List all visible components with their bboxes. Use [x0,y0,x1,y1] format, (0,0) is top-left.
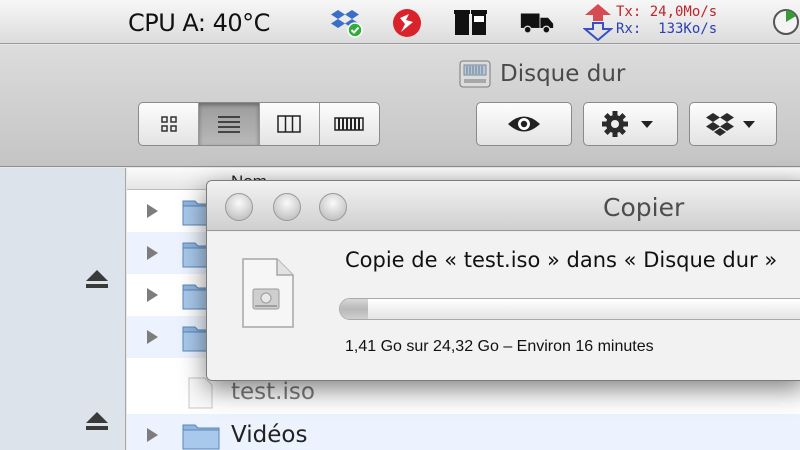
dialog-titlebar[interactable]: Copier [207,181,800,231]
window-title-text: Disque dur [500,61,626,87]
close-button[interactable] [225,193,253,221]
network-rx-rate: Rx: 133Ko/s [616,21,718,37]
minimize-button[interactable] [273,193,301,221]
coverflow-view-button[interactable] [320,103,379,145]
network-arrows-icon [583,4,613,41]
disclosure-triangle-icon[interactable] [145,245,159,261]
list-item[interactable]: Vidéos [127,414,800,450]
list-view-button[interactable] [199,103,260,145]
disclosure-triangle-icon[interactable] [145,203,159,219]
disk-image-file-icon [242,258,294,328]
finder-toolbar: Disque dur [0,45,800,167]
file-name: Vidéos [231,422,308,448]
trash-icons[interactable] [454,6,488,38]
copy-progress-bar [339,298,800,320]
action-menu-button[interactable] [583,102,678,146]
dropbox-sync-icon[interactable] [330,6,364,38]
list-view-icon [217,116,240,133]
column-view-icon [277,115,301,133]
progress-status: 1,41 Go sur 24,32 Go – Environ 16 minute… [345,338,654,355]
eject-icon[interactable] [84,410,110,432]
coverflow-view-icon [334,117,365,131]
column-view-button[interactable] [260,103,320,145]
copy-message: Copie de « test.iso » dans « Disque dur … [345,248,778,272]
truck-icon[interactable] [520,6,554,38]
hard-drive-icon [459,60,491,88]
icon-view-button[interactable] [139,103,200,145]
gear-icon [601,111,653,137]
flash-icon[interactable] [390,6,424,38]
menu-bar: CPU A: 40°C Tx: 24,0Mo/s Rx: 133Ko/s [0,0,800,44]
folder-icon [182,424,220,450]
disclosure-triangle-icon[interactable] [145,427,159,443]
network-tx-rate: Tx: 24,0Mo/s [616,4,718,20]
file-name: test.iso [231,379,315,405]
copy-dialog: Copier Copie de « test.iso » dans « Disq… [206,180,800,381]
icon-view-icon [160,116,177,132]
disclosure-triangle-icon[interactable] [145,287,159,303]
view-mode-switch [138,102,380,146]
chevron-down-icon [640,121,653,128]
sidebar [0,168,126,450]
disclosure-triangle-icon[interactable] [145,329,159,345]
eye-icon [508,116,540,132]
dropbox-icon [706,113,755,136]
cpu-temperature-readout[interactable]: CPU A: 40°C [128,9,270,37]
dialog-title: Copier [603,193,685,222]
progress-fill [340,299,368,319]
cpu-gauge-icon[interactable] [772,8,800,36]
zoom-button[interactable] [319,193,347,221]
eject-icon[interactable] [84,268,110,290]
document-icon [188,377,213,409]
dropbox-menu-button[interactable] [689,102,777,146]
quick-look-button[interactable] [476,102,572,146]
dialog-body: Copie de « test.iso » dans « Disque dur … [207,232,800,380]
